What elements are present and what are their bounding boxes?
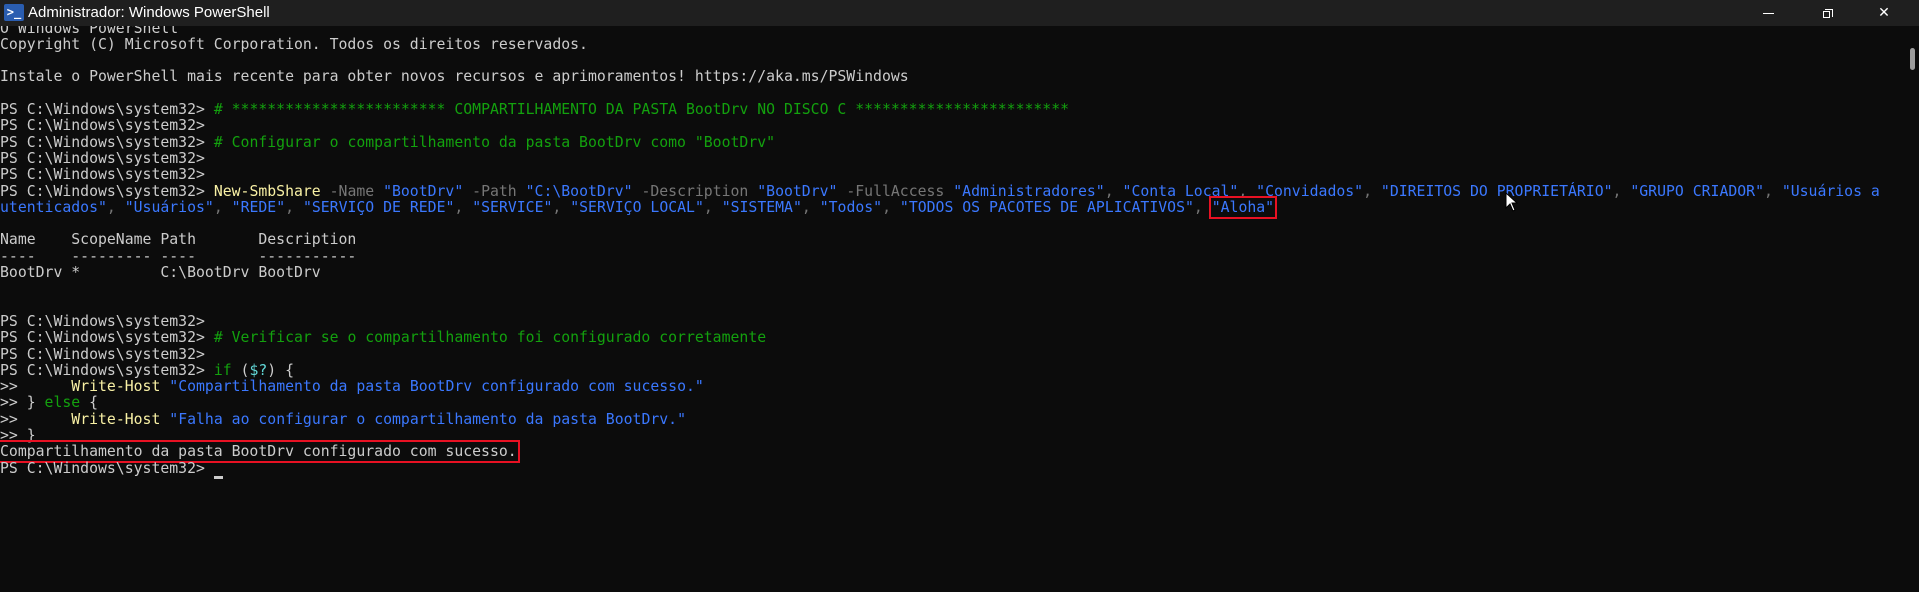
console-text: "GRUPO CRIADOR" (1630, 182, 1764, 200)
title-bar: >_ Administrador: Windows PowerShell ✕ (0, 0, 1919, 26)
text-cursor (213, 475, 223, 479)
console-text: "SISTEMA" (721, 198, 802, 216)
console-line: BootDrv * C:\BootDrv BootDrv (0, 263, 321, 283)
console-text: , (1363, 182, 1381, 200)
console-text: , (285, 198, 303, 216)
console-text: BootDrv * C:\BootDrv BootDrv (0, 264, 321, 281)
console-text: , (1764, 182, 1782, 200)
window-title: Administrador: Windows PowerShell (28, 4, 270, 21)
restore-icon (1823, 8, 1833, 18)
minimize-icon (1762, 12, 1774, 14)
powershell-icon: >_ (4, 4, 24, 21)
console-text: , (1193, 198, 1212, 216)
console-text: "SERVIÇO DE REDE" (302, 198, 455, 216)
mouse-pointer-icon (1505, 192, 1519, 212)
console-text: Write-Host (71, 410, 161, 428)
console-text: , (882, 198, 900, 216)
console-text: # Configurar o compartilhamento da pasta… (213, 133, 776, 151)
console-text: , (213, 198, 232, 216)
console-text: Copyright (C) Microsoft Corporation. Tod… (0, 35, 588, 53)
console-text: # ************************ COMPARTILHAME… (213, 101, 1070, 118)
console-text: , (454, 198, 473, 216)
console-text: "DIREITOS DO PROPRIETÁRIO" (1380, 182, 1613, 200)
console-line: Copyright (C) Microsoft Corporation. Tod… (0, 35, 588, 55)
console-text: # Verificar se o compartilhamento foi co… (213, 329, 767, 347)
console-text: , (703, 198, 722, 216)
console-text: "Usuários a (1781, 182, 1880, 200)
highlighted-text: "Aloha" (1208, 195, 1278, 219)
close-button[interactable]: ✕ (1862, 0, 1906, 26)
console-line: >> Write-Host "Falha ao configurar o com… (0, 410, 686, 430)
console-text: "Todos" (819, 198, 883, 216)
console-text: , (1612, 182, 1631, 200)
console-text: "Falha ao configurar o compartilhamento … (169, 410, 686, 428)
console-text: Instale o PowerShell mais recente para o… (0, 68, 909, 86)
restore-button[interactable] (1806, 0, 1850, 26)
console-line: utenticados", "Usuários", "REDE", "SERVI… (0, 195, 1278, 219)
console-text: , (801, 198, 820, 216)
console-text: "Compartilhamento da pasta BootDrv confi… (169, 378, 704, 396)
console-line: Instale o PowerShell mais recente para o… (0, 67, 909, 87)
console-text: PS C:\Windows\system32> (0, 459, 214, 477)
scrollbar[interactable] (1905, 26, 1919, 592)
close-icon: ✕ (1878, 5, 1890, 21)
console-text: , (552, 198, 571, 216)
minimize-button[interactable] (1746, 0, 1790, 26)
console-output[interactable]: O Windows PowerShell Copyright (C) Micros… (0, 26, 1905, 592)
console-line: PS C:\Windows\system32> (0, 459, 223, 479)
scrollbar-thumb[interactable] (1910, 48, 1915, 70)
console-text: , (106, 198, 125, 216)
console-text: "SERVICE" (472, 198, 553, 216)
console-text: "Usuários" (124, 198, 214, 216)
console-line: >> Write-Host "Compartilhamento da pasta… (0, 377, 704, 397)
console-text: "REDE" (231, 198, 286, 216)
console-text: utenticados" (0, 198, 107, 216)
console-text: "SERVIÇO LOCAL" (570, 198, 704, 216)
console-text: "TODOS OS PACOTES DE APLICATIVOS" (899, 198, 1194, 216)
